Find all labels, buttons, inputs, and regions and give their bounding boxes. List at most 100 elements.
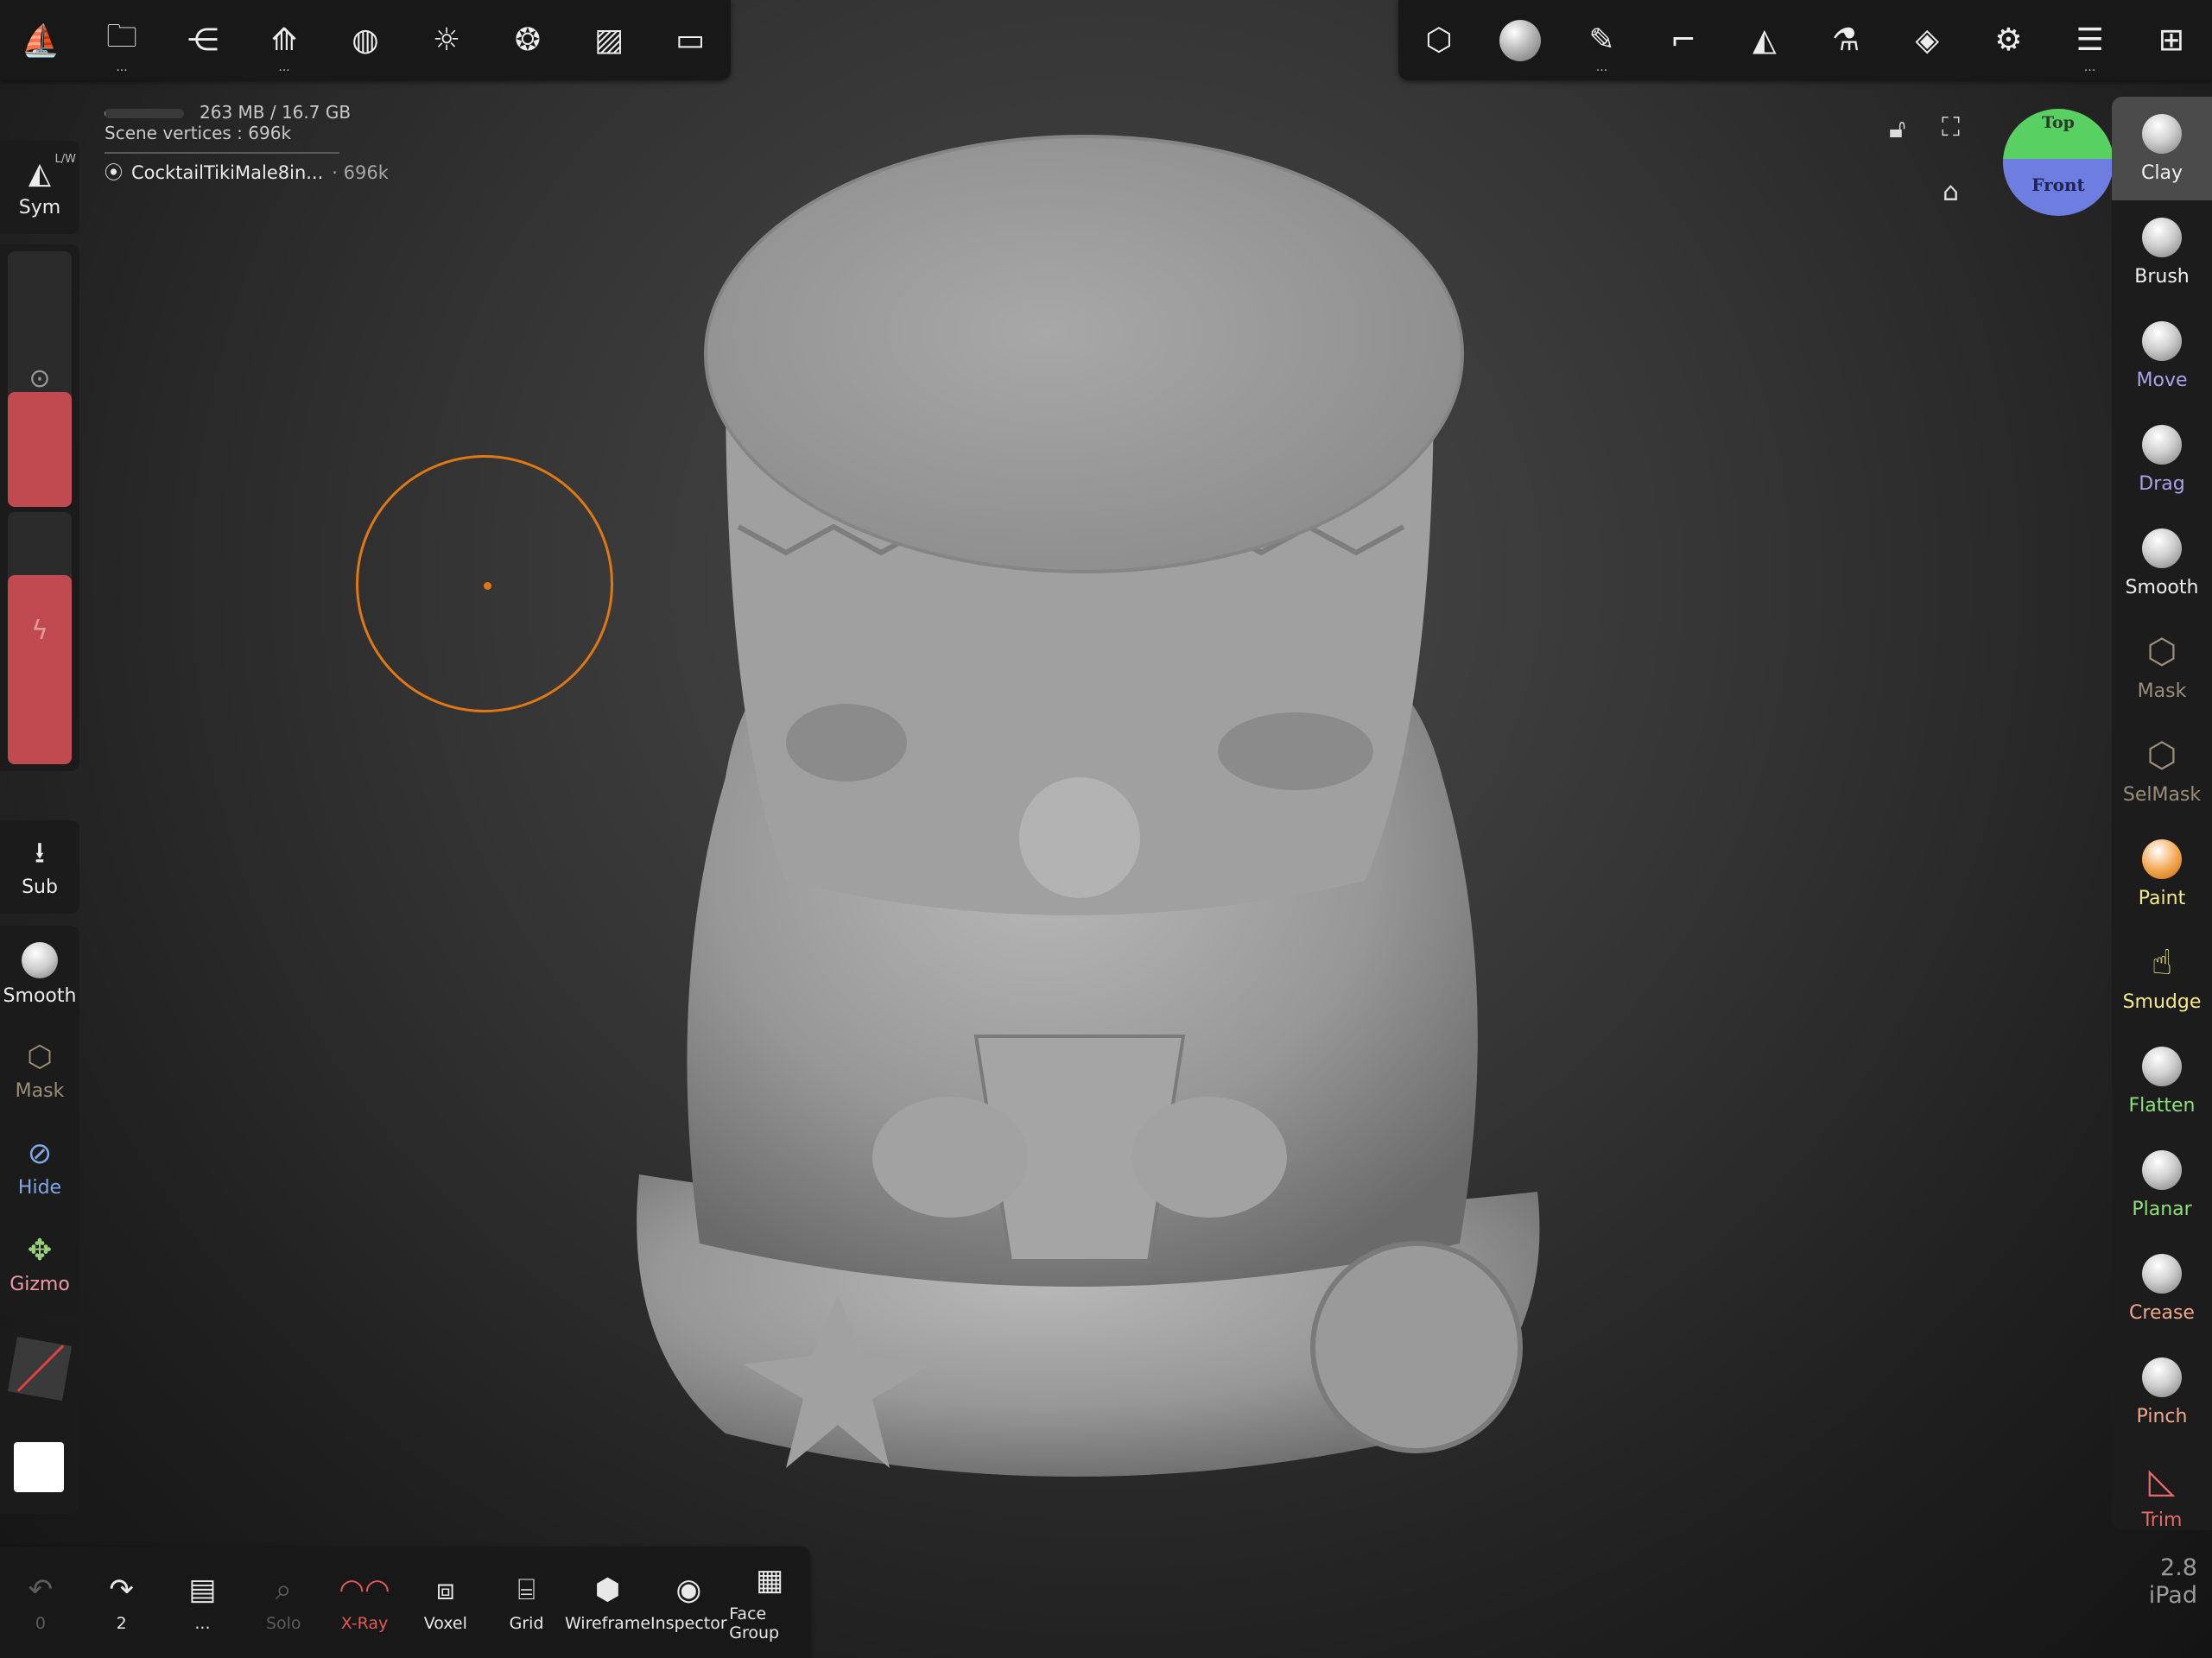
x-ray-label: X-Ray	[340, 1613, 389, 1633]
tool-mask[interactable]: ⬡ Mask	[2112, 615, 2212, 718]
history-icon: ▤	[188, 1572, 217, 1607]
x-ray-button[interactable]: ◠◠ X-Ray	[324, 1573, 405, 1633]
arrow-down-icon: ⭳	[35, 835, 45, 870]
tool-smudge[interactable]: ☝ Smudge	[2112, 926, 2212, 1029]
tool-smooth[interactable]: Smooth	[2112, 511, 2212, 615]
brush-material-sphere-button[interactable]	[1480, 0, 1561, 80]
view-cube[interactable]: Top Front	[2003, 109, 2114, 216]
tiki-model[interactable]	[587, 121, 1572, 1520]
painting-tool-button[interactable]: ⌐	[1643, 0, 1724, 80]
tool-paint[interactable]: Paint	[2112, 822, 2212, 926]
stroke-pen-button[interactable]: ✎...	[1561, 0, 1642, 80]
history-button[interactable]: ▤...	[162, 1573, 244, 1633]
tool-crease[interactable]: Crease	[2112, 1237, 2212, 1340]
tool-selmask[interactable]: ⬡ SelMask	[2112, 718, 2212, 822]
tool-drag[interactable]: Drag	[2112, 408, 2212, 511]
material-panel	[0, 1326, 79, 1514]
intensity-lightning-icon: ϟ	[31, 616, 48, 646]
camera-aperture-button[interactable]: ❂	[487, 0, 568, 80]
tool-label: Mask	[2137, 680, 2187, 702]
flask-button[interactable]: ⚗	[1805, 0, 1886, 80]
tool-label: Paint	[2138, 887, 2186, 909]
trim-brush-icon: ◺	[2148, 1460, 2176, 1501]
mesh-topology-button[interactable]: ⟰...	[244, 0, 325, 80]
symmetry-mirror-button[interactable]: ◭	[1724, 0, 1805, 80]
sub-panel: ⭳ Sub	[0, 820, 79, 914]
bottom-toolbar: ↶ 0 ↷ 2 ▤... ⌕ Solo ◠◠ X-Ray ⧈ Voxel ⌸ Grid ⬢ Wirefram…	[0, 1547, 810, 1658]
mesh-name: CocktailTikiMale8in...	[131, 162, 324, 183]
layers-button[interactable]: ◈	[1886, 0, 1968, 80]
tool-brush[interactable]: Brush	[2112, 200, 2212, 304]
redo-button[interactable]: ↷ 2	[81, 1573, 162, 1633]
history-label: ...	[194, 1613, 211, 1633]
sym-badge: L/W	[54, 153, 76, 166]
version-device: iPad	[2148, 1582, 2197, 1609]
tool-label: Pinch	[2136, 1405, 2188, 1427]
nomad-logo-button[interactable]: ⛵	[0, 0, 81, 80]
material-sphere-button[interactable]: ◍	[325, 0, 406, 80]
voxel-button[interactable]: ⧈ Voxel	[405, 1573, 486, 1633]
symmetry-mirror-icon: ◭	[1752, 22, 1777, 58]
background-image-button[interactable]: ▨	[568, 0, 650, 80]
display-cube-button[interactable]: ⬡	[1398, 0, 1480, 80]
tool-label: Move	[2136, 369, 2188, 391]
tool-move[interactable]: Move	[2112, 304, 2212, 408]
mask-shortcut[interactable]: ⬡ Mask	[0, 1022, 79, 1119]
gizmo-label: Gizmo	[10, 1273, 70, 1295]
video-camera-icon: ▭	[675, 22, 705, 58]
mesh-entry[interactable]: ⦿ CocktailTikiMale8in... · 696k	[105, 162, 389, 183]
tool-pinch[interactable]: Pinch	[2112, 1340, 2212, 1444]
grid-button[interactable]: ⌸ Grid	[486, 1573, 567, 1633]
tool-clay[interactable]: Clay	[2112, 97, 2212, 200]
fullscreen-icon[interactable]: ⛶	[1942, 112, 1960, 142]
smooth-brush-icon	[2142, 528, 2182, 568]
folder-button[interactable]: 🗀...	[81, 0, 162, 80]
model-hand-right	[1131, 1097, 1287, 1218]
voxel-icon: ⧈	[435, 1572, 455, 1607]
view-cube-front[interactable]: Front	[2003, 159, 2114, 216]
mask-label: Mask	[15, 1079, 65, 1102]
color-swatch[interactable]	[14, 1442, 64, 1492]
gizmo-shortcut[interactable]: ✥ Gizmo	[0, 1216, 79, 1313]
sliders-button[interactable]: ☰...	[2050, 0, 2131, 80]
scene-vertices: Scene vertices : 696k	[105, 123, 292, 143]
sym-button[interactable]: ◭ Sym L/W	[0, 141, 79, 234]
solo-button[interactable]: ⌕ Solo	[243, 1573, 324, 1633]
lock-icon[interactable]: 🔓︎	[1889, 114, 1905, 144]
hide-label: Hide	[17, 1176, 62, 1199]
tool-label: Smooth	[2125, 576, 2199, 598]
inspector-button[interactable]: ◉ Inspector	[648, 1573, 729, 1633]
scene-graph-icon: ⋲	[187, 22, 219, 58]
hide-shortcut[interactable]: ⊘ Hide	[0, 1119, 79, 1216]
smooth-shortcut[interactable]: Smooth	[0, 926, 79, 1022]
inspector-icon: ◉	[675, 1572, 702, 1607]
intensity-slider[interactable]: ϟ	[8, 512, 72, 764]
wireframe-button[interactable]: ⬢ Wireframe	[565, 1573, 650, 1633]
mask-brush-icon: ⬡	[2146, 631, 2177, 672]
settings-gear-button[interactable]: ⚙	[1968, 0, 2049, 80]
face-group-button[interactable]: ▦ Face Group	[729, 1563, 810, 1642]
mesh-topology-icon: ⟰	[270, 22, 298, 58]
sub-button[interactable]: ⭳ Sub	[0, 820, 79, 914]
flatten-brush-icon	[2142, 1046, 2182, 1086]
memory-usage: 263 MB / 16.7 GB	[200, 102, 352, 123]
gift-box-button[interactable]: ⊞	[2131, 0, 2212, 80]
planar-brush-icon	[2142, 1149, 2182, 1190]
intensity-slider-fill	[8, 575, 72, 764]
video-camera-button[interactable]: ▭	[650, 0, 731, 80]
sliders-icon: ☰	[2076, 22, 2104, 58]
home-icon[interactable]: ⌂	[1943, 177, 1959, 207]
more-dots: ...	[116, 60, 128, 74]
undo-button[interactable]: ↶ 0	[0, 1573, 81, 1633]
gizmo-icon: ✥	[27, 1232, 53, 1268]
tool-trim[interactable]: ◺ Trim	[2112, 1444, 2212, 1531]
radius-slider[interactable]: ⊙	[8, 251, 72, 507]
x-ray-icon: ◠◠	[339, 1572, 390, 1607]
view-cube-top[interactable]: Top	[2003, 109, 2114, 159]
tool-label: Drag	[2139, 472, 2185, 495]
painting-tool-icon: ⌐	[1670, 22, 1696, 58]
tool-planar[interactable]: Planar	[2112, 1133, 2212, 1237]
scene-graph-button[interactable]: ⋲	[162, 0, 244, 80]
light-sun-button[interactable]: ☼	[406, 0, 487, 80]
tool-flatten[interactable]: Flatten	[2112, 1029, 2212, 1133]
